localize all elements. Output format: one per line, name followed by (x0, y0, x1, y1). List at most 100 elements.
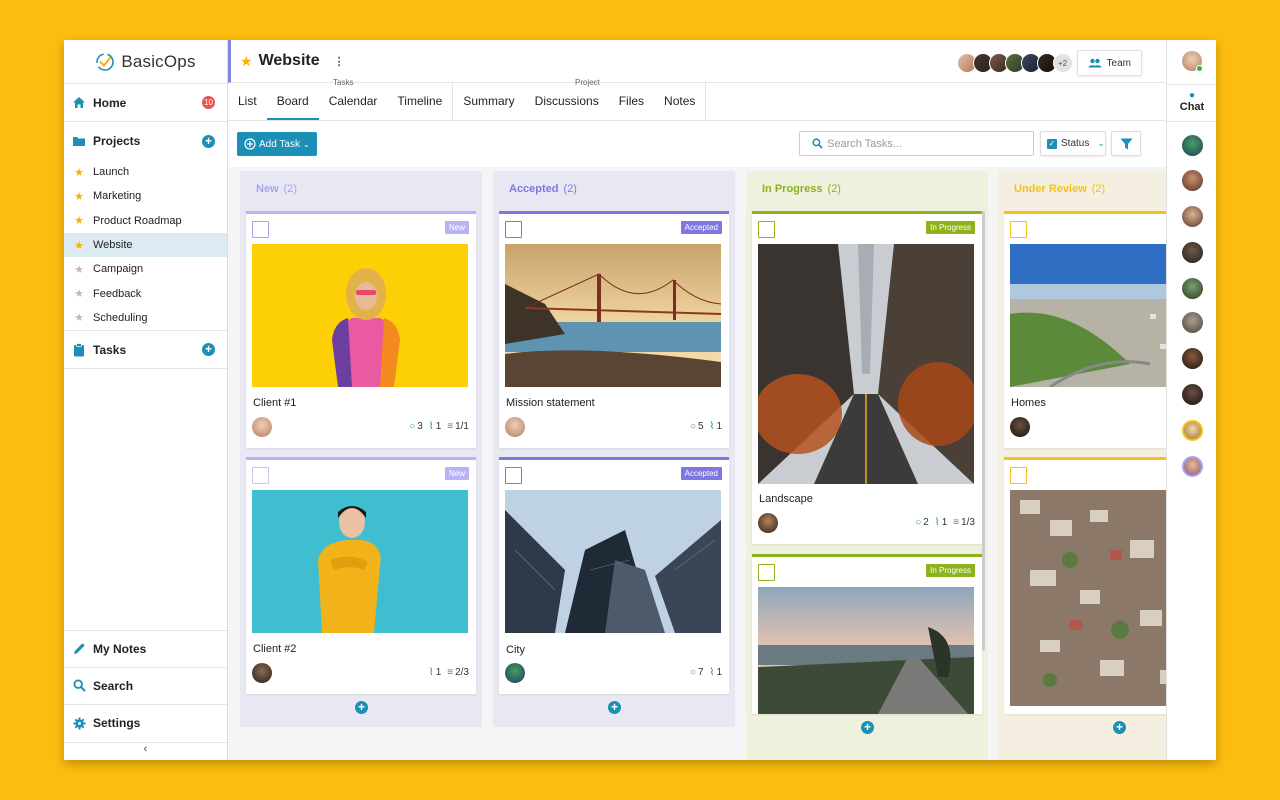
chat-button[interactable]: ● Chat (1167, 84, 1216, 122)
task-card-client-1[interactable]: New Client #1 ○ 3 ⌇ 1 ≡ 1/1 (246, 211, 476, 448)
sidebar-item-launch[interactable]: ★ Launch (64, 160, 227, 184)
contact-avatar[interactable] (1182, 384, 1203, 405)
star-icon[interactable]: ★ (73, 190, 85, 203)
paperclip-icon: ⌇ (428, 667, 434, 678)
count-value: 1/3 (961, 517, 975, 528)
status-filter-dropdown[interactable]: ✓ Status ⌄ (1040, 131, 1106, 156)
tab-files[interactable]: Files (609, 82, 654, 120)
filter-button[interactable] (1111, 131, 1141, 156)
contact-avatar[interactable] (1182, 420, 1203, 441)
star-icon[interactable]: ★ (240, 53, 253, 70)
avatar[interactable] (505, 663, 525, 683)
add-project-button[interactable]: + (202, 134, 215, 148)
add-card-button[interactable]: + (861, 721, 874, 734)
star-icon[interactable]: ★ (73, 214, 85, 227)
add-card-button[interactable]: + (1113, 721, 1126, 734)
sidebar-item-website[interactable]: ★ Website (64, 232, 227, 258)
sidebar-item-tasks[interactable]: Tasks + (64, 331, 227, 370)
contact-avatar[interactable] (1182, 170, 1203, 191)
sidebar-item-home[interactable]: Home 10 (64, 84, 227, 122)
column-scrollbar[interactable] (982, 211, 985, 651)
pencil-icon (71, 641, 87, 657)
task-card-landscape[interactable]: In Progress Landscape ○ 2 ⌇ 1 ≡ 1/3 (752, 211, 982, 544)
more-options-icon[interactable]: ⋮ (334, 55, 345, 68)
sidebar-item-projects[interactable]: Projects + (64, 122, 227, 160)
tab-timeline[interactable]: Timeline (387, 82, 452, 120)
sidebar-item-my-notes[interactable]: My Notes (64, 630, 227, 668)
avatar[interactable] (758, 513, 778, 533)
task-checkbox[interactable] (505, 467, 522, 484)
sidebar-item-settings[interactable]: Settings (64, 705, 227, 743)
avatar[interactable] (1010, 417, 1030, 437)
avatar[interactable] (505, 417, 525, 437)
contact-avatar[interactable] (1182, 242, 1203, 263)
tab-list[interactable]: List (228, 82, 267, 120)
search-tasks-input[interactable]: Search Tasks... (799, 131, 1034, 156)
sidebar-item-scheduling[interactable]: ★ Scheduling (64, 306, 227, 330)
comment-icon: ○ (689, 421, 696, 432)
member-avatars[interactable]: +2 Team (956, 50, 1142, 76)
brand-logo[interactable]: BasicOps (64, 40, 227, 84)
task-card-homes[interactable]: Homes (1004, 211, 1166, 448)
add-card-button[interactable]: + (608, 701, 621, 714)
task-checkbox[interactable] (252, 467, 269, 484)
task-checkbox[interactable] (1010, 221, 1027, 238)
tab-board[interactable]: Board (266, 82, 319, 120)
task-card-aerial[interactable] (1004, 457, 1166, 714)
count-value: 5 (697, 421, 704, 432)
paperclip-icon: ⌇ (934, 517, 940, 528)
star-icon[interactable]: ★ (73, 239, 85, 252)
task-card-road[interactable]: In Progress (752, 554, 982, 714)
contact-avatar[interactable] (1182, 206, 1203, 227)
attachment-count: ⌇ 1 (429, 667, 441, 678)
sidebar-item-marketing[interactable]: ★ Marketing (64, 184, 227, 208)
star-icon[interactable]: ★ (73, 263, 85, 276)
task-checkbox[interactable] (1010, 467, 1027, 484)
chevron-down-icon: ⌄ (302, 139, 310, 149)
task-checkbox[interactable] (505, 221, 522, 238)
contact-avatar[interactable] (1182, 348, 1203, 369)
sidebar-item-product-roadmap[interactable]: ★ Product Roadmap (64, 209, 227, 233)
tab-discussions[interactable]: Discussions (525, 82, 609, 120)
tab-group-label-tasks: Tasks (333, 78, 354, 87)
task-checkbox[interactable] (252, 221, 269, 238)
collapse-sidebar-button[interactable]: ‹ (64, 743, 227, 761)
contact-avatar[interactable] (1182, 135, 1203, 156)
column-header: In Progress (2) (746, 171, 988, 207)
team-button[interactable]: Team (1076, 50, 1142, 76)
contact-avatar[interactable] (1182, 312, 1203, 333)
card-meta: ○ 2 ⌇ 1 ≡ 1/3 (915, 517, 975, 528)
more-members-count[interactable]: +2 (1052, 53, 1073, 73)
star-icon[interactable]: ★ (73, 311, 85, 324)
card-status-bar (1004, 457, 1166, 460)
star-icon[interactable]: ★ (73, 287, 85, 300)
task-card-city[interactable]: Accepted City ○ 7 ⌇ 1 (499, 457, 729, 694)
sidebar-item-label: Tasks (93, 342, 127, 357)
add-task-sidebar-button[interactable]: + (202, 343, 215, 357)
tab-notes[interactable]: Notes (654, 82, 705, 120)
contact-avatar[interactable] (1182, 456, 1203, 477)
star-icon[interactable]: ★ (73, 166, 85, 179)
task-card-mission-statement[interactable]: Accepted Mission statement ○ 5 ⌇ 1 (499, 211, 729, 448)
tab-calendar[interactable]: Calendar (319, 82, 388, 120)
sidebar-item-campaign[interactable]: ★ Campaign (64, 257, 227, 281)
contact-avatar[interactable] (1182, 278, 1203, 299)
status-badge: New (444, 221, 469, 234)
card-image (505, 490, 721, 633)
sidebar-item-search[interactable]: Search (64, 668, 227, 705)
home-icon (71, 95, 87, 111)
task-card-client-2[interactable]: New Client #2 ⌇ 1 ≡ 2/3 (246, 457, 476, 694)
column-header: Accepted (2) (493, 171, 735, 207)
count-value: 1 (435, 421, 442, 432)
avatar[interactable] (252, 663, 272, 683)
add-task-button[interactable]: Add Task ⌄ (237, 132, 317, 156)
sidebar-item-feedback[interactable]: ★ Feedback (64, 281, 227, 305)
project-label: Website (93, 239, 133, 252)
task-checkbox[interactable] (758, 564, 775, 581)
tab-summary[interactable]: Summary (453, 82, 524, 120)
sidebar-item-label: Projects (93, 134, 141, 148)
task-checkbox[interactable] (758, 221, 775, 238)
avatar[interactable] (252, 417, 272, 437)
add-card-button[interactable]: + (355, 701, 368, 714)
status-badge: Accepted (680, 467, 722, 480)
